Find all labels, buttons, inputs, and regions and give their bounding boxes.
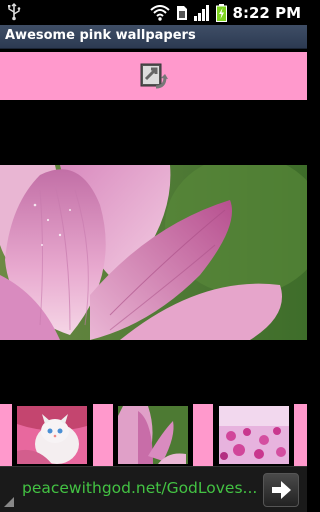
wifi-icon: [149, 4, 170, 21]
main-wallpaper-image[interactable]: [0, 165, 307, 340]
kitten-thumbnail-image: [17, 406, 87, 464]
right-arrow-icon: [272, 481, 291, 499]
set-wallpaper-icon: [140, 63, 168, 89]
usb-icon: [8, 3, 21, 21]
ad-open-button[interactable]: [263, 473, 299, 507]
toolbar: [0, 52, 307, 100]
app-title-bar: Awesome pink wallpapers: [0, 25, 307, 49]
thumbnail-kitten[interactable]: [17, 406, 87, 464]
gallery-separator: [0, 404, 12, 466]
status-time: 8:22 PM: [232, 3, 301, 22]
app-title: Awesome pink wallpapers: [5, 28, 196, 43]
signal-icon: [193, 4, 209, 21]
ad-link-text[interactable]: peacewithgod.net/GodLoves...: [22, 479, 257, 497]
gallery-separator: [93, 404, 113, 466]
thumbnail-flower-field[interactable]: [219, 406, 289, 464]
lotus-thumbnail-image: [118, 406, 188, 464]
sim-card-icon: [176, 5, 187, 20]
screen: 8:22 PM Awesome pink wallpapers peacewit…: [0, 0, 307, 512]
thumbnail-lotus[interactable]: [118, 406, 188, 464]
set-wallpaper-button[interactable]: [137, 61, 169, 91]
ad-info-icon: [4, 497, 14, 507]
gallery-separator: [294, 404, 307, 466]
flower-field-thumbnail-image: [219, 406, 289, 464]
lotus-flower-image: [0, 165, 307, 340]
thumbnail-gallery[interactable]: [0, 404, 307, 466]
battery-charging-icon: [215, 3, 227, 22]
status-bar: 8:22 PM: [0, 0, 307, 25]
ad-banner[interactable]: peacewithgod.net/GodLoves...: [0, 466, 307, 512]
gallery-separator: [193, 404, 213, 466]
